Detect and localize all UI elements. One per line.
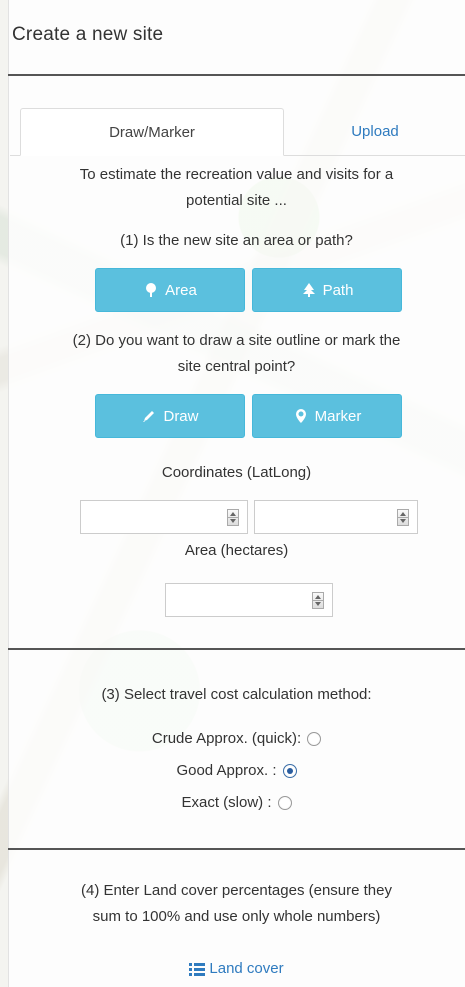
step2-question-line-1: (2) Do you want to draw a site outline o… — [72, 332, 401, 349]
area-hectares-field[interactable] — [165, 583, 333, 617]
coordinates-label: Coordinates (LatLong) — [161, 464, 312, 481]
tree-conifer-icon — [301, 282, 317, 298]
list-icon — [189, 962, 206, 976]
step4-line-1: (4) Enter Land cover percentages (ensure… — [80, 882, 392, 899]
pencil-icon — [141, 408, 157, 424]
step4-line-2: sum to 100% and use only whole numbers) — [92, 908, 381, 925]
latitude-input[interactable] — [81, 501, 225, 533]
divider-middle — [8, 648, 465, 650]
intro-line-1: To estimate the recreation value and vis… — [79, 166, 394, 183]
marker-button[interactable]: Marker — [252, 394, 402, 438]
draw-button[interactable]: Draw — [95, 394, 245, 438]
latitude-field[interactable] — [80, 500, 248, 534]
land-cover-link[interactable]: Land cover — [8, 960, 465, 977]
tab-upload[interactable]: Upload — [290, 108, 460, 156]
longitude-spinner-icon[interactable] — [397, 509, 409, 526]
divider-bottom — [8, 848, 465, 850]
panel-title: Create a new site — [12, 24, 164, 45]
option-crude-label: Crude Approx. (quick): — [151, 730, 302, 747]
longitude-input[interactable] — [255, 501, 395, 533]
area-button-label: Area — [165, 281, 197, 299]
radio-crude[interactable] — [307, 731, 322, 746]
marker-button-label: Marker — [314, 407, 362, 425]
option-exact-label: Exact (slow) : — [181, 794, 272, 811]
intro-line-2: potential site ... — [186, 192, 287, 209]
latitude-spinner-icon[interactable] — [227, 509, 239, 526]
longitude-field[interactable] — [254, 500, 418, 534]
tree-icon — [143, 282, 159, 298]
step1-question: (1) Is the new site an area or path? — [120, 232, 353, 249]
area-button[interactable]: Area — [95, 268, 245, 312]
step3-question: (3) Select travel cost calculation metho… — [101, 686, 372, 703]
divider-top — [8, 74, 465, 76]
option-good: Good Approx. : — [8, 762, 465, 779]
tab-bar: Draw/Marker Upload — [10, 108, 465, 156]
path-button[interactable]: Path — [252, 268, 402, 312]
area-hectares-input[interactable] — [166, 584, 310, 616]
area-spinner-icon[interactable] — [312, 592, 324, 609]
area-hectares-label: Area (hectares) — [184, 542, 289, 559]
path-button-label: Path — [322, 281, 354, 299]
draw-button-label: Draw — [163, 407, 199, 425]
option-crude: Crude Approx. (quick): — [8, 730, 465, 747]
step2-question-line-2: site central point? — [177, 358, 296, 375]
land-cover-label: Land cover — [209, 960, 284, 977]
radio-exact[interactable] — [277, 795, 292, 810]
option-exact: Exact (slow) : — [8, 794, 465, 811]
tab-draw-marker[interactable]: Draw/Marker — [20, 108, 284, 156]
map-marker-icon — [293, 408, 309, 424]
option-good-label: Good Approx. : — [176, 762, 277, 779]
radio-good[interactable] — [282, 763, 297, 778]
